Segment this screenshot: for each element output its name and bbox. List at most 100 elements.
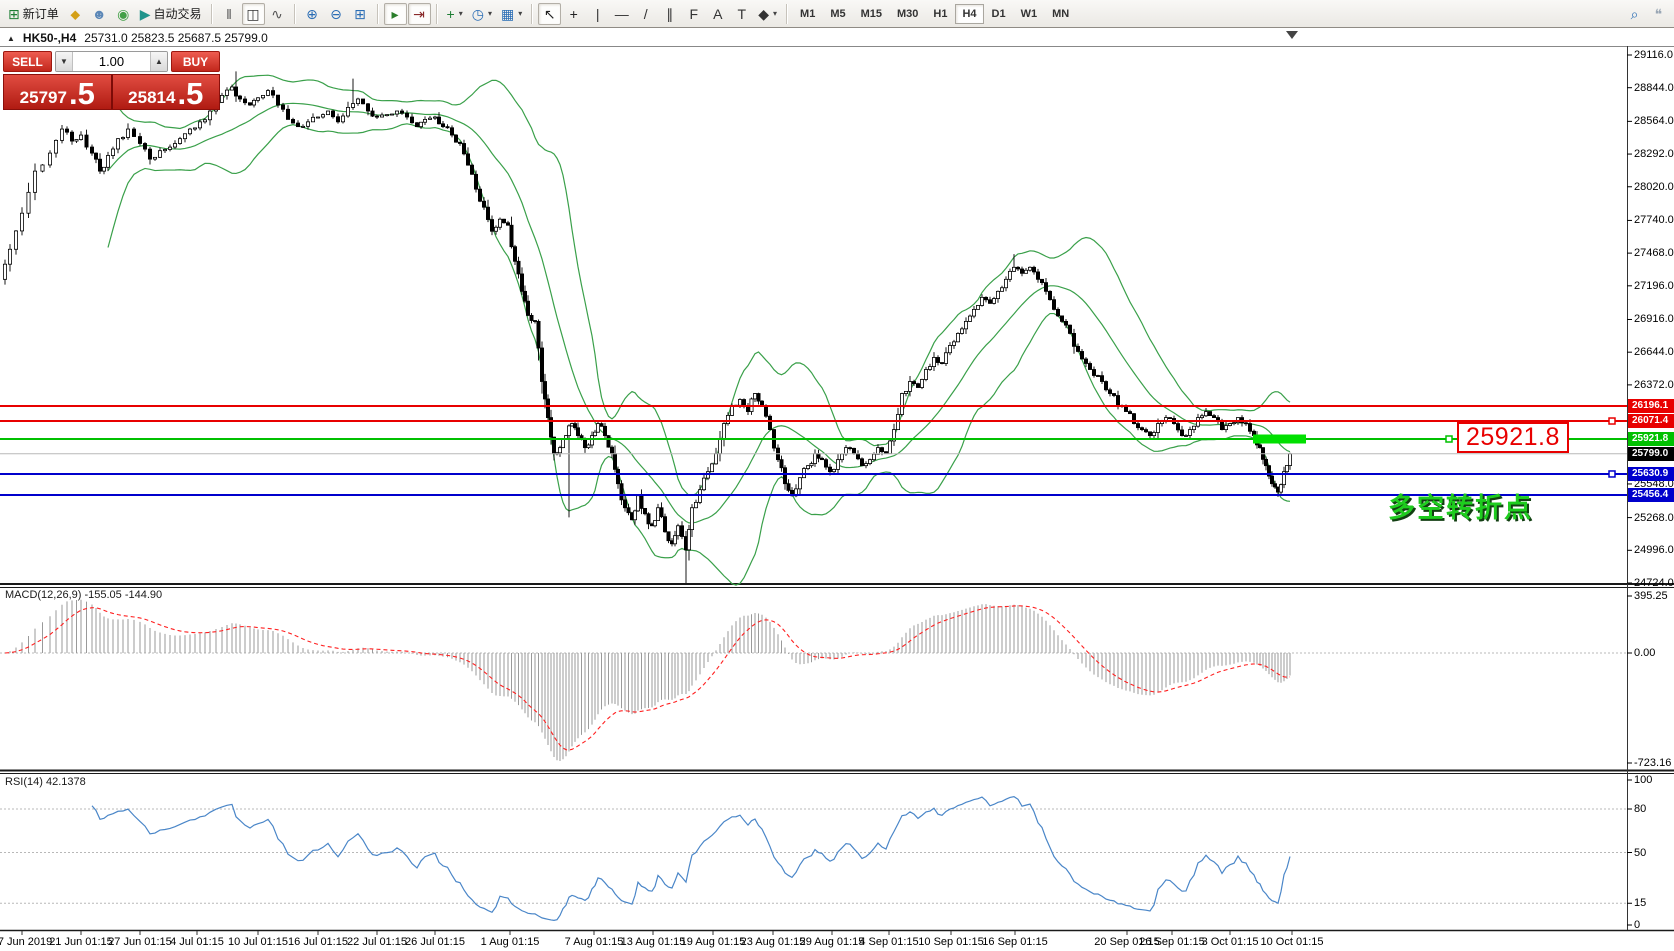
macd-axis-label: 395.25 bbox=[1634, 590, 1668, 602]
channel-icon: ∥ bbox=[666, 7, 673, 21]
price-axis-label: 28844.0 bbox=[1634, 82, 1674, 94]
price-axis-label: 26916.0 bbox=[1634, 313, 1674, 325]
price-level-tag: 25630.9 bbox=[1628, 467, 1674, 481]
time-axis-label: 4 Jul 01:15 bbox=[170, 936, 224, 948]
cursor-button[interactable]: ↖ bbox=[538, 3, 561, 25]
auto-scroll-button[interactable]: ▸ bbox=[384, 3, 407, 25]
price-level-tag: 26071.4 bbox=[1628, 414, 1674, 428]
candlestick-chart-button[interactable]: ◫ bbox=[242, 3, 265, 25]
rsi-axis-label: 0 bbox=[1634, 919, 1640, 931]
candlestick-chart-icon: ◫ bbox=[246, 7, 259, 21]
templates-icon: ▦ bbox=[501, 7, 514, 21]
tile-windows-button[interactable]: ⊞ bbox=[349, 3, 372, 25]
toolbar-separator bbox=[531, 4, 533, 24]
buy-button[interactable]: BUY bbox=[171, 51, 220, 72]
tf-m15[interactable]: M15 bbox=[854, 4, 889, 24]
horizontal-line-button[interactable]: — bbox=[610, 3, 633, 25]
new-order-button[interactable]: ⊞新订单 bbox=[4, 3, 63, 25]
indicators-add-button-caret-icon: ▾ bbox=[459, 10, 463, 18]
price-callout-label[interactable]: 25921.8 bbox=[1457, 422, 1569, 453]
level-line-handle[interactable] bbox=[1446, 436, 1452, 442]
vertical-line-button[interactable]: | bbox=[586, 3, 609, 25]
text-icon: A bbox=[713, 7, 722, 21]
templates-button[interactable]: ▦▾ bbox=[497, 3, 526, 25]
zoom-in-icon: ⊕ bbox=[306, 7, 318, 21]
crosshair-button[interactable]: + bbox=[562, 3, 585, 25]
channel-button[interactable]: ∥ bbox=[658, 3, 681, 25]
arrows-icon: ◆ bbox=[758, 7, 769, 21]
price-axis-label: 27196.0 bbox=[1634, 280, 1674, 292]
indicators-add-button[interactable]: +▾ bbox=[443, 3, 467, 25]
time-axis-label: 16 Sep 01:15 bbox=[982, 936, 1047, 948]
timeframe-group: M1M5M15M30H1H4D1W1MN bbox=[793, 4, 1076, 24]
periods-button[interactable]: ◷▾ bbox=[468, 3, 496, 25]
sell-button[interactable]: SELL bbox=[3, 51, 52, 72]
toolbar-separator bbox=[211, 4, 213, 24]
time-axis-label: 1 Aug 01:15 bbox=[481, 936, 540, 948]
trade-buttons-row: SELL ▼ 1.00 ▲ BUY bbox=[3, 51, 220, 72]
volume-increase-button[interactable]: ▲ bbox=[150, 52, 167, 71]
tf-d1[interactable]: D1 bbox=[985, 4, 1013, 24]
time-axis-label: 27 Jun 01:15 bbox=[108, 936, 172, 948]
current-price-tag: 25799.0 bbox=[1628, 447, 1674, 461]
time-axis-label: 19 Aug 01:15 bbox=[681, 936, 746, 948]
chart-menu-icon: ▲ bbox=[7, 34, 15, 43]
tile-windows-icon: ⊞ bbox=[354, 7, 366, 21]
rsi-axis-label: 15 bbox=[1634, 897, 1646, 909]
autotrading-button-label: 自动交易 bbox=[154, 8, 202, 20]
insert-group: +▾◷▾▦▾ bbox=[443, 3, 527, 25]
toolbar-separator bbox=[786, 4, 788, 24]
trendline-button[interactable]: / bbox=[634, 3, 657, 25]
time-axis-label: 4 Sep 01:15 bbox=[859, 936, 918, 948]
chinese-annotation-text[interactable]: 多空转折点 bbox=[1388, 486, 1533, 525]
tf-m5[interactable]: M5 bbox=[823, 4, 852, 24]
arrows-button-caret-icon: ▾ bbox=[773, 10, 777, 18]
new-order-icon: ⊞ bbox=[8, 7, 20, 21]
tf-h1[interactable]: H1 bbox=[926, 4, 954, 24]
tf-w1[interactable]: W1 bbox=[1014, 4, 1045, 24]
indicators-add-icon: + bbox=[447, 7, 455, 21]
tf-m1[interactable]: M1 bbox=[793, 4, 822, 24]
bar-chart-button[interactable]: ‖ bbox=[218, 3, 241, 25]
volume-field[interactable]: 1.00 bbox=[73, 52, 150, 71]
bid-price: 25797 .5 bbox=[4, 75, 111, 109]
bar-chart-icon: ‖ bbox=[226, 7, 232, 21]
zoom-group: ⊕ ⊖ ⊞ bbox=[301, 3, 372, 25]
line-chart-button[interactable]: ∿ bbox=[266, 3, 289, 25]
price-axis-label: 27740.0 bbox=[1634, 214, 1674, 226]
toolbar-right-group: ⌕❝ bbox=[1623, 3, 1670, 25]
chart-canvas[interactable] bbox=[0, 0, 1674, 951]
autotrading-button[interactable]: ▶自动交易 bbox=[136, 3, 206, 25]
chart-shift-button[interactable]: ⇥ bbox=[408, 3, 431, 25]
text-button[interactable]: A bbox=[706, 3, 729, 25]
zoom-out-button[interactable]: ⊖ bbox=[325, 3, 348, 25]
chat-button[interactable]: ❝ bbox=[1647, 3, 1670, 25]
zoom-out-icon: ⊖ bbox=[330, 7, 342, 21]
bid-price-fraction: .5 bbox=[69, 81, 95, 106]
time-axis-label: 3 Oct 01:15 bbox=[1202, 936, 1259, 948]
text-label-button[interactable]: T bbox=[730, 3, 753, 25]
time-axis-label: 10 Oct 01:15 bbox=[1261, 936, 1324, 948]
level-highlight-marker[interactable] bbox=[1253, 435, 1306, 444]
level-line-handle[interactable] bbox=[1609, 418, 1615, 424]
fibonacci-button[interactable]: F bbox=[682, 3, 705, 25]
price-axis-label: 25268.0 bbox=[1634, 512, 1674, 524]
volume-decrease-button[interactable]: ▼ bbox=[56, 52, 73, 71]
level-line-handle[interactable] bbox=[1609, 471, 1615, 477]
rsi-axis-label: 80 bbox=[1634, 803, 1646, 815]
vertical-line-icon: | bbox=[596, 7, 600, 21]
cursor-icon: ↖ bbox=[544, 7, 556, 21]
arrows-button[interactable]: ◆▾ bbox=[754, 3, 781, 25]
tf-m30[interactable]: M30 bbox=[890, 4, 925, 24]
eraser-button[interactable]: ⬥ bbox=[64, 3, 87, 25]
toolbar-separator bbox=[436, 4, 438, 24]
signals-button[interactable]: ◉ bbox=[112, 3, 135, 25]
bid-ask-row: 25797 .5 25814 .5 bbox=[3, 74, 220, 110]
symbol-search-icon: ⌕ bbox=[1631, 7, 1639, 21]
tf-mn[interactable]: MN bbox=[1045, 4, 1076, 24]
profile-button[interactable]: ☻ bbox=[88, 3, 111, 25]
scroll-group: ▸⇥ bbox=[384, 3, 431, 25]
symbol-search-button[interactable]: ⌕ bbox=[1623, 3, 1646, 25]
tf-h4[interactable]: H4 bbox=[955, 4, 983, 24]
zoom-in-button[interactable]: ⊕ bbox=[301, 3, 324, 25]
